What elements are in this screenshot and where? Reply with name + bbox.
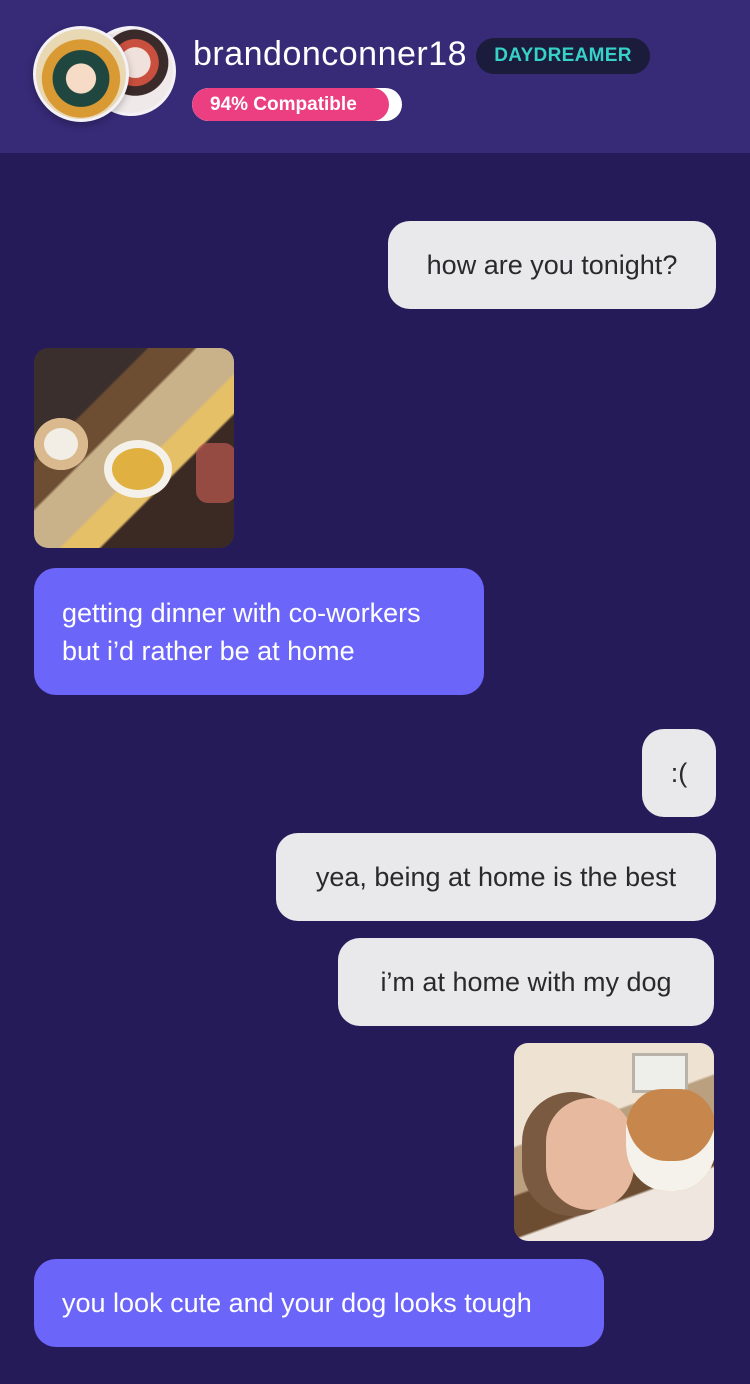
message-bubble-sent: i’m at home with my dog [338,938,714,1026]
fries-icon [104,440,172,498]
dinner-photo[interactable] [34,348,234,548]
dog-photo[interactable] [514,1043,714,1241]
dog-icon [626,1089,714,1191]
message-bubble-received: getting dinner with co-workers but i’d r… [34,568,484,695]
compatibility-label: 94% Compatible [210,94,357,115]
soup-bowl-icon [34,418,88,470]
compatibility-meter: 94% Compatible [192,88,402,121]
picture-frame-icon [632,1053,688,1093]
user-avatar[interactable] [33,26,129,122]
person-face-icon [546,1098,634,1210]
message-bubble-sent: how are you tonight? [388,221,716,309]
personality-badge: DAYDREAMER [476,38,650,74]
username[interactable]: brandonconner18 [193,35,467,74]
message-bubble-sent: :( [642,729,716,817]
message-bubble-sent: yea, being at home is the best [276,833,716,921]
message-bubble-received: you look cute and your dog looks tough [34,1259,604,1347]
drink-glass-icon [196,443,234,503]
chat-header: brandonconner18 DAYDREAMER 94% Compatibl… [0,0,750,153]
